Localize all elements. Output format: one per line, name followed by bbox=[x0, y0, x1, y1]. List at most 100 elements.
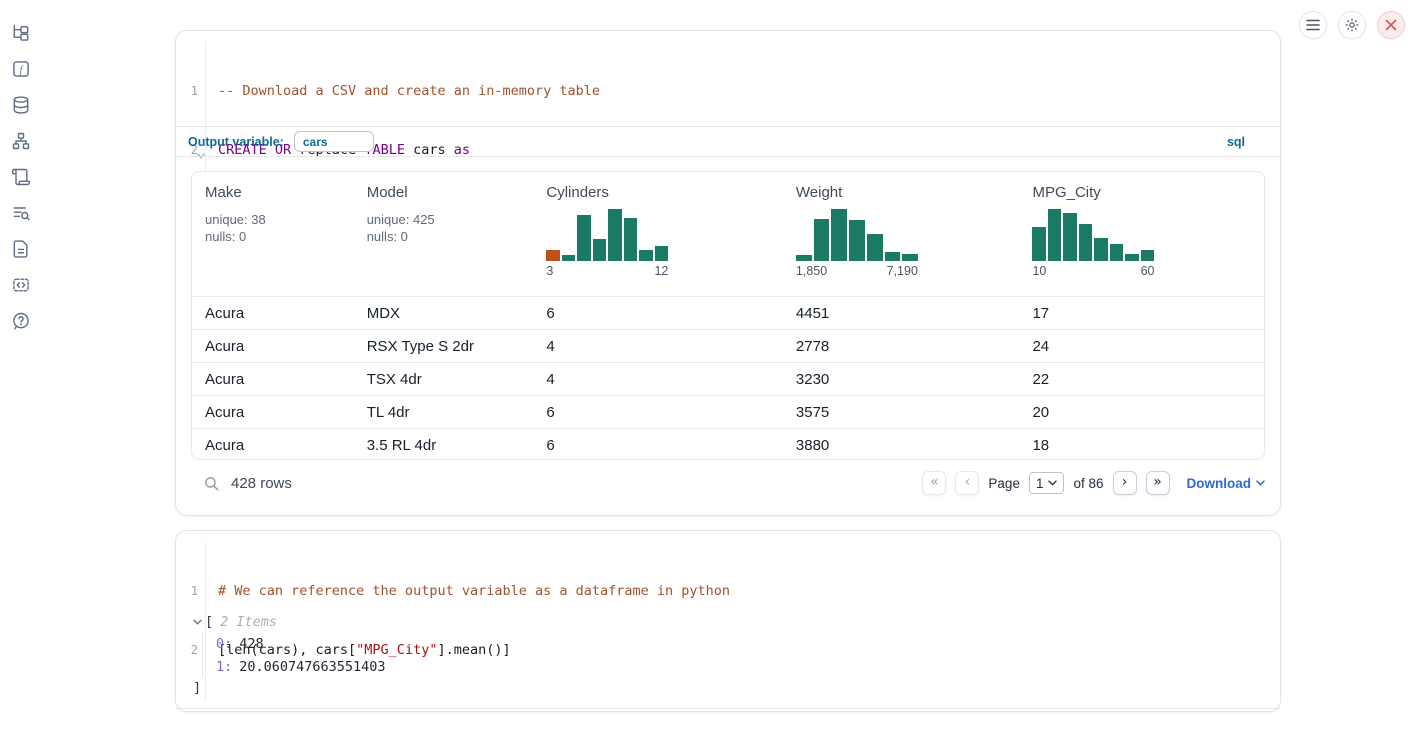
table-cell: Acura bbox=[192, 437, 354, 454]
chevron-left-icon: ‹ bbox=[965, 474, 971, 490]
column-stat: nulls: 0 bbox=[367, 229, 534, 246]
table-cell: 4 bbox=[533, 338, 783, 355]
table-cell: RSX Type S 2dr bbox=[354, 338, 534, 355]
close-bracket: ] bbox=[193, 678, 386, 698]
histogram-bar bbox=[831, 209, 847, 261]
hist-axis-min: 1,850 bbox=[796, 264, 827, 278]
tree-entry-key: 1: bbox=[216, 659, 232, 675]
table-cell: 4451 bbox=[783, 305, 1020, 322]
histogram-bar bbox=[624, 218, 638, 261]
tree-entry: 0: 428 bbox=[216, 633, 386, 656]
file-tree-icon[interactable] bbox=[10, 22, 32, 44]
close-icon bbox=[1385, 19, 1397, 31]
table-cell: 6 bbox=[533, 437, 783, 454]
histogram-bar bbox=[796, 255, 812, 261]
table-cell: 6 bbox=[533, 404, 783, 421]
last-page-button[interactable]: » bbox=[1146, 471, 1170, 495]
download-button[interactable]: Download bbox=[1187, 476, 1266, 491]
histogram-bar bbox=[814, 219, 830, 261]
line-number: 1 bbox=[176, 82, 198, 102]
table-cell: TSX 4dr bbox=[354, 371, 534, 388]
histogram-bar bbox=[608, 209, 622, 261]
settings-button[interactable] bbox=[1338, 11, 1366, 39]
topbar bbox=[1299, 11, 1405, 39]
table-cell: 3575 bbox=[783, 404, 1020, 421]
search-button[interactable] bbox=[199, 471, 223, 495]
items-count-label: 2 Items bbox=[220, 614, 277, 630]
table-cell: 4 bbox=[533, 371, 783, 388]
table-cell: Acura bbox=[192, 404, 354, 421]
output-variable-input[interactable] bbox=[294, 131, 374, 152]
column-stat: unique: 425 bbox=[367, 212, 534, 229]
column-header-make[interactable]: Make unique: 38 nulls: 0 bbox=[192, 172, 354, 296]
menu-button[interactable] bbox=[1299, 11, 1327, 39]
sidebar: f bbox=[10, 22, 32, 332]
table-cell: Acura bbox=[192, 371, 354, 388]
column-header-weight[interactable]: Weight 1,850 7,190 bbox=[783, 172, 1020, 296]
code-line: # We can reference the output variable a… bbox=[218, 582, 1280, 602]
histogram-bar bbox=[1110, 244, 1124, 261]
table-cell: 6 bbox=[533, 305, 783, 322]
histogram-bar bbox=[1125, 254, 1139, 261]
chevron-down-icon bbox=[1048, 480, 1057, 486]
hist-axis-max: 7,190 bbox=[887, 264, 918, 278]
hist-axis-max: 60 bbox=[1141, 264, 1155, 278]
table-row[interactable]: Acura TL 4dr 6 3575 20 bbox=[192, 395, 1264, 428]
table-cell: Acura bbox=[192, 338, 354, 355]
dependency-graph-icon[interactable] bbox=[10, 130, 32, 152]
column-header-model[interactable]: Model unique: 425 nulls: 0 bbox=[354, 172, 534, 296]
svg-text:f: f bbox=[20, 65, 24, 76]
histogram-bar bbox=[546, 250, 560, 261]
histogram-bar bbox=[867, 234, 883, 261]
table-header: Make unique: 38 nulls: 0 Model unique: 4… bbox=[192, 172, 1264, 296]
table-row[interactable]: Acura 3.5 RL 4dr 6 3880 18 bbox=[192, 428, 1264, 460]
help-icon[interactable] bbox=[10, 310, 32, 332]
code-line: -- Download a CSV and create an in-memor… bbox=[218, 82, 1280, 102]
search-icon bbox=[203, 475, 220, 492]
datasources-icon[interactable] bbox=[10, 94, 32, 116]
tree-root[interactable]: [ 2 Items bbox=[193, 611, 386, 633]
mpg-city-histogram: 10 60 bbox=[1032, 209, 1154, 278]
table-cell: 18 bbox=[1019, 437, 1264, 454]
page-select[interactable]: 1 bbox=[1029, 472, 1065, 494]
hist-axis-min: 3 bbox=[546, 264, 553, 278]
table-row[interactable]: Acura MDX 6 4451 17 bbox=[192, 296, 1264, 329]
table-cell: 2778 bbox=[783, 338, 1020, 355]
language-badge[interactable]: sql bbox=[1227, 135, 1245, 149]
line-number: 1 bbox=[176, 582, 198, 602]
scratchpad-icon[interactable] bbox=[10, 166, 32, 188]
histogram-bar bbox=[562, 255, 576, 261]
snippets-icon[interactable] bbox=[10, 274, 32, 296]
chevrons-left-icon: « bbox=[930, 474, 939, 490]
functions-icon[interactable]: f bbox=[10, 58, 32, 80]
tree-entry: 1: 20.060747663551403 bbox=[216, 656, 386, 679]
histogram-bar bbox=[849, 220, 865, 261]
column-header-mpg-city[interactable]: MPG_City 10 60 bbox=[1019, 172, 1264, 296]
logs-icon[interactable] bbox=[10, 202, 32, 224]
row-count: 428 rows bbox=[231, 475, 292, 492]
output-variable-label: Output variable: bbox=[188, 135, 284, 149]
histogram-bar bbox=[1048, 209, 1062, 261]
table-row[interactable]: Acura TSX 4dr 4 3230 22 bbox=[192, 362, 1264, 395]
table-cell: 17 bbox=[1019, 305, 1264, 322]
histogram-bar bbox=[639, 250, 653, 261]
chevron-down-icon[interactable] bbox=[193, 619, 205, 625]
table-row[interactable]: Acura RSX Type S 2dr 4 2778 24 bbox=[192, 329, 1264, 362]
column-stat: nulls: 0 bbox=[205, 229, 354, 246]
table-cell: 3.5 RL 4dr bbox=[354, 437, 534, 454]
next-page-button[interactable]: › bbox=[1113, 471, 1137, 495]
gear-icon bbox=[1344, 17, 1360, 33]
histogram-bar bbox=[902, 254, 918, 261]
chevron-right-icon: › bbox=[1122, 474, 1128, 490]
table-footer: 428 rows « ‹ Page 1 of 86 › » Download bbox=[191, 463, 1265, 503]
documentation-icon[interactable] bbox=[10, 238, 32, 260]
output-variable-row: Output variable: sql bbox=[176, 126, 1280, 157]
page-label: Page bbox=[988, 476, 1020, 491]
python-cell: 1 2 # We can reference the output variab… bbox=[175, 530, 1281, 712]
shutdown-button[interactable] bbox=[1377, 11, 1405, 39]
cylinders-histogram: 3 12 bbox=[546, 209, 668, 278]
prev-page-button[interactable]: ‹ bbox=[955, 471, 979, 495]
histogram-bar bbox=[1063, 213, 1077, 261]
first-page-button[interactable]: « bbox=[922, 471, 946, 495]
column-header-cylinders[interactable]: Cylinders 3 12 bbox=[533, 172, 783, 296]
